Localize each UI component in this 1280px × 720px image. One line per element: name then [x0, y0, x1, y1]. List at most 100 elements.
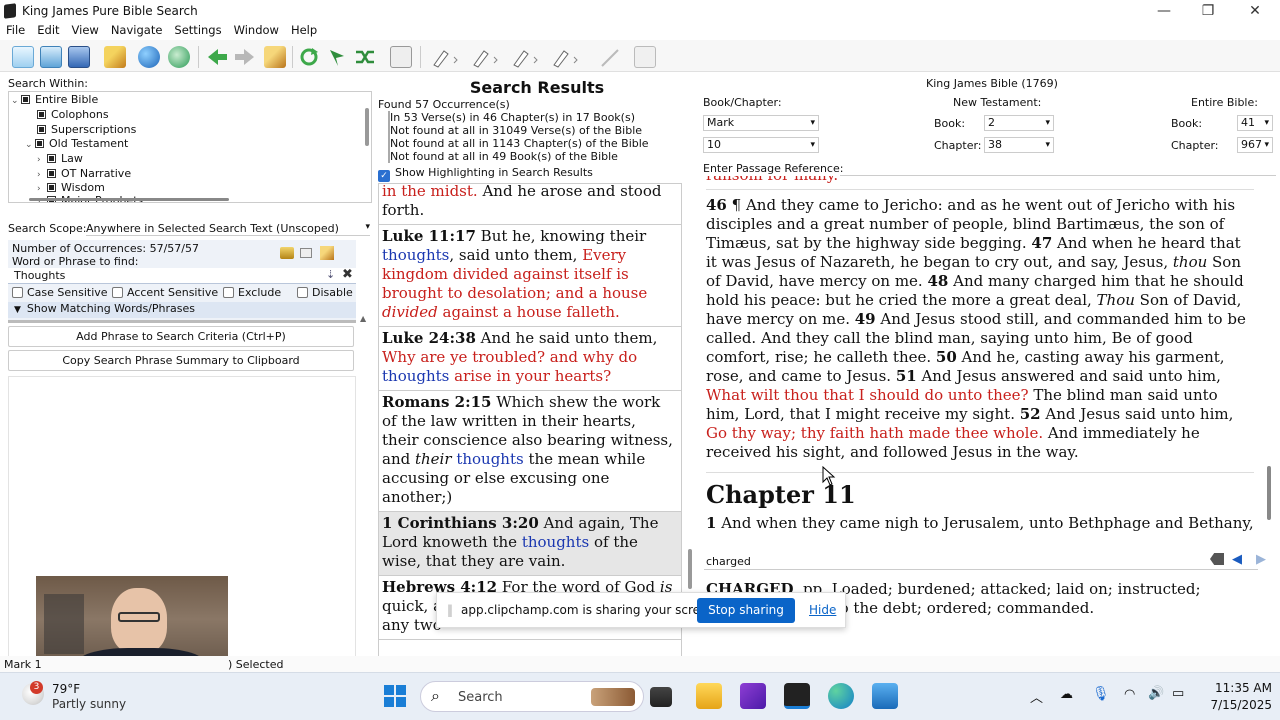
scripture-text[interactable]: ransom for many. 46 ¶ And they came to J… — [706, 176, 1258, 548]
details-view-icon[interactable] — [390, 46, 412, 68]
tree-item-entire-bible[interactable]: ⌄ Entire Bible — [11, 93, 98, 107]
task-view-icon[interactable] — [650, 687, 672, 707]
passage-ref-input[interactable] — [840, 160, 1276, 176]
note-icon[interactable] — [634, 46, 656, 68]
chapter-select[interactable]: 10 — [703, 137, 819, 153]
clock-time[interactable]: 11:35 AM — [1208, 681, 1272, 695]
results-scrollbar[interactable] — [684, 183, 696, 720]
result-item[interactable]: in the midst. And he arose and stood for… — [379, 184, 681, 225]
result-item[interactable]: Luke 24:38 And he said unto them, Why ar… — [379, 327, 681, 391]
tree-item-colophons[interactable]: Colophons — [37, 108, 109, 122]
checkbox[interactable] — [112, 287, 123, 298]
nt-book-select[interactable]: 2 — [984, 115, 1054, 131]
weather-temp[interactable]: 79°F — [52, 682, 80, 696]
restore-button[interactable]: ❐ — [1190, 2, 1226, 20]
result-reference[interactable]: Luke 24:38 — [382, 329, 476, 347]
clipchamp-icon[interactable] — [740, 683, 766, 709]
wifi-icon[interactable]: ◠ — [1124, 687, 1135, 702]
clock-date[interactable]: 7/15/2025 — [1200, 698, 1272, 712]
drag-handle-icon[interactable]: ‖ — [447, 603, 453, 617]
back-arrow-icon[interactable] — [206, 46, 228, 68]
tree-checkbox[interactable] — [47, 183, 56, 192]
file-explorer-icon[interactable] — [696, 683, 722, 709]
tree-checkbox[interactable] — [37, 125, 46, 134]
eb-chapter-select[interactable]: 967 — [1237, 137, 1273, 153]
result-item[interactable]: Luke 11:17 But he, knowing their thought… — [379, 225, 681, 327]
exclude-option[interactable]: Exclude — [223, 286, 281, 299]
highlighter-2-icon[interactable] — [470, 46, 498, 68]
forward-arrow-icon[interactable] — [234, 46, 256, 68]
scroll-thumb[interactable] — [1267, 466, 1271, 520]
stop-sharing-button[interactable]: Stop sharing — [697, 598, 795, 623]
search-within-tree[interactable]: ⌄ Entire Bible Colophons Superscriptions … — [8, 91, 372, 203]
dictionary-search-bar[interactable]: charged ◀ ▶ — [704, 552, 1266, 570]
microphone-icon[interactable]: 🎙 — [1092, 686, 1110, 702]
accent-sensitive-option[interactable]: Accent Sensitive — [112, 286, 218, 299]
result-item[interactable]: Romans 2:15 Which shew the work of the l… — [379, 391, 681, 512]
open-folder-icon[interactable] — [40, 46, 62, 68]
eraser-icon[interactable] — [598, 46, 620, 68]
tree-horizontal-scrollbar[interactable] — [29, 198, 229, 201]
broom-icon[interactable] — [264, 46, 286, 68]
menu-edit[interactable]: Edit — [31, 22, 65, 40]
eb-book-select[interactable]: 41 — [1237, 115, 1273, 131]
speaker-icon[interactable]: 🔊 — [1148, 686, 1164, 701]
phrase-input[interactable]: Thoughts ⇣ ✖ — [8, 267, 356, 284]
tree-item-wisdom[interactable]: › Wisdom — [37, 181, 105, 195]
menu-view[interactable]: View — [66, 22, 105, 40]
battery-icon[interactable]: ▭ — [1172, 686, 1184, 701]
tree-checkbox[interactable] — [21, 95, 30, 104]
taskbar-search-box[interactable]: ⌕ Search — [420, 681, 644, 712]
delete-icon[interactable]: ✖ — [342, 267, 353, 282]
tree-vertical-scrollbar[interactable] — [365, 108, 369, 146]
help-globe-icon[interactable] — [168, 46, 190, 68]
new-search-icon[interactable] — [12, 46, 34, 68]
menu-window[interactable]: Window — [228, 22, 285, 40]
clear-broom-icon[interactable] — [104, 46, 126, 68]
scroll-thumb[interactable] — [688, 549, 692, 589]
case-sensitive-option[interactable]: Case Sensitive — [12, 286, 108, 299]
previous-arrow-icon[interactable]: ◀ — [1232, 552, 1242, 567]
windows-start-icon[interactable] — [384, 685, 406, 707]
menu-file[interactable]: File — [0, 22, 31, 40]
result-reference[interactable]: Romans 2:15 — [382, 393, 491, 411]
clear-text-icon[interactable] — [1210, 553, 1224, 565]
folder-icon[interactable] — [280, 247, 294, 259]
search-scope-select[interactable]: Anywhere in Selected Search Text (Unscop… — [86, 222, 370, 236]
highlighter-3-icon[interactable] — [510, 46, 538, 68]
copy-summary-button[interactable]: Copy Search Phrase Summary to Clipboard — [8, 350, 354, 371]
tree-checkbox[interactable] — [47, 154, 56, 163]
add-phrase-button[interactable]: Add Phrase to Search Criteria (Ctrl+P) — [8, 326, 354, 347]
checkbox[interactable] — [223, 287, 234, 298]
scripture-scrollbar[interactable] — [1262, 176, 1276, 548]
window-app-icon[interactable] — [872, 683, 898, 709]
tree-item-old-testament[interactable]: ⌄ Old Testament — [25, 137, 128, 151]
highlighter-4-icon[interactable] — [550, 46, 578, 68]
close-button[interactable]: ✕ — [1237, 2, 1273, 20]
highlighter-1-icon[interactable] — [430, 46, 458, 68]
tree-checkbox[interactable] — [47, 169, 56, 178]
edge-browser-icon[interactable] — [828, 683, 854, 709]
hide-button[interactable]: Hide — [809, 603, 836, 617]
checkbox[interactable] — [297, 287, 308, 298]
shuffle-icon[interactable] — [354, 46, 376, 68]
menu-help[interactable]: Help — [285, 22, 323, 40]
scroll-up-icon[interactable]: ▲ — [360, 314, 366, 323]
nt-chapter-select[interactable]: 38 — [984, 137, 1054, 153]
tree-checkbox[interactable] — [35, 139, 44, 148]
menu-navigate[interactable]: Navigate — [105, 22, 169, 40]
checkbox[interactable] — [12, 287, 23, 298]
disable-option[interactable]: Disable — [297, 286, 353, 299]
save-disk-icon[interactable] — [68, 46, 90, 68]
globe-icon[interactable] — [138, 46, 160, 68]
refresh-icon[interactable] — [298, 46, 320, 68]
down-arrow-icon[interactable]: ⇣ — [326, 268, 335, 281]
clear-broom-icon[interactable] — [320, 246, 334, 260]
tree-item-superscriptions[interactable]: Superscriptions — [37, 123, 136, 137]
down-arrow-icon[interactable] — [326, 46, 348, 68]
next-arrow-icon[interactable]: ▶ — [1256, 552, 1266, 567]
tree-checkbox[interactable] — [37, 110, 46, 119]
show-hidden-icons-icon[interactable]: ︿ — [1030, 687, 1043, 706]
dictionary-search-input[interactable]: charged — [706, 555, 751, 568]
cloud-icon[interactable]: ☁ — [1060, 687, 1073, 702]
